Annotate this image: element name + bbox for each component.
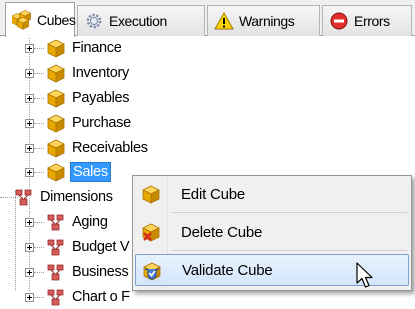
tree-item-receivables[interactable]: Receivables (24, 136, 150, 160)
expand-icon[interactable] (25, 293, 34, 302)
tree-connector (34, 172, 44, 173)
tree-item-label: Budget V (72, 239, 130, 255)
tree-connector (34, 272, 44, 273)
expand-icon[interactable] (25, 44, 34, 53)
tree-item-label: Receivables (72, 140, 148, 156)
dimension-icon (46, 212, 66, 232)
tab-label: Errors (354, 13, 390, 29)
cube-icon (46, 38, 66, 58)
tree-item-payables[interactable]: Payables (24, 86, 131, 110)
tree-item-business[interactable]: Business (24, 260, 130, 284)
dimension-icon (46, 237, 66, 257)
menu-separator (171, 212, 407, 213)
expand-icon[interactable] (25, 119, 34, 128)
tree-item-label: Payables (72, 90, 130, 106)
delete-cube-icon (141, 222, 161, 242)
expand-icon[interactable] (25, 94, 34, 103)
tree-connector (34, 73, 44, 74)
menu-item-edit-cube[interactable]: Edit Cube (135, 178, 409, 210)
cube-icon (46, 138, 66, 158)
tree-item-aging[interactable]: Aging (24, 210, 110, 234)
gear-icon (86, 13, 102, 29)
expand-icon[interactable] (25, 69, 34, 78)
tree-connector (0, 197, 18, 198)
menu-item-label: Edit Cube (181, 185, 246, 203)
expand-icon[interactable] (25, 243, 34, 252)
error-icon (330, 12, 348, 30)
cube-icon (46, 88, 66, 108)
cube-icon (46, 113, 66, 133)
tree-connector (34, 98, 44, 99)
tree-item-label: Business (72, 264, 129, 280)
tab-label: Cubes (37, 12, 76, 28)
tree-item-label: Chart o F (72, 289, 130, 305)
menu-separator (171, 250, 407, 251)
tree-item-label: Inventory (72, 65, 129, 81)
dimension-icon (46, 287, 66, 307)
tab-label: Execution (109, 13, 167, 29)
tree-item-sales[interactable]: Sales (24, 160, 111, 184)
tree-item-chart-of[interactable]: Chart o F (24, 285, 132, 309)
tree-item-label: Finance (72, 40, 122, 56)
expand-icon[interactable] (25, 168, 34, 177)
tab-errors[interactable]: Errors (322, 5, 412, 36)
tree-item-label: Aging (72, 214, 108, 230)
tab-execution[interactable]: Execution (77, 5, 205, 36)
tree-item-inventory[interactable]: Inventory (24, 61, 131, 85)
menu-item-label: Delete Cube (181, 223, 263, 241)
expand-icon[interactable] (25, 218, 34, 227)
cubes-icon (12, 10, 32, 30)
menu-item-label: Validate Cube (182, 261, 273, 279)
tree-item-label: Purchase (72, 115, 131, 131)
cube-icon (46, 63, 66, 83)
tree-item-dimensions[interactable]: Dimensions (0, 185, 115, 209)
dimension-icon (46, 262, 66, 282)
cube-icon (141, 184, 161, 204)
tree-connector (34, 148, 44, 149)
tree-item-budget[interactable]: Budget V (24, 235, 131, 259)
tree-connector (34, 247, 44, 248)
tab-warnings[interactable]: Warnings (207, 5, 320, 36)
warning-icon (214, 11, 234, 30)
tab-label: Warnings (239, 13, 295, 29)
tree-connector (34, 123, 44, 124)
expand-icon[interactable] (25, 268, 34, 277)
expand-icon[interactable] (25, 144, 34, 153)
tree-item-finance[interactable]: Finance (24, 36, 124, 60)
validate-cube-icon (142, 261, 162, 281)
cube-icon (46, 162, 66, 182)
tree-connector (34, 48, 44, 49)
tree-item-label: Dimensions (40, 189, 113, 205)
tree-connector (34, 297, 44, 298)
tab-strip: Cubes Execution Warnings Errors (0, 0, 415, 37)
tab-cubes[interactable]: Cubes (5, 2, 76, 37)
tree-item-label-selected: Sales (70, 162, 111, 182)
tree-connector (34, 222, 44, 223)
mouse-pointer-icon (356, 262, 373, 288)
tree-item-purchase[interactable]: Purchase (24, 111, 133, 135)
menu-item-delete-cube[interactable]: Delete Cube (135, 216, 409, 248)
